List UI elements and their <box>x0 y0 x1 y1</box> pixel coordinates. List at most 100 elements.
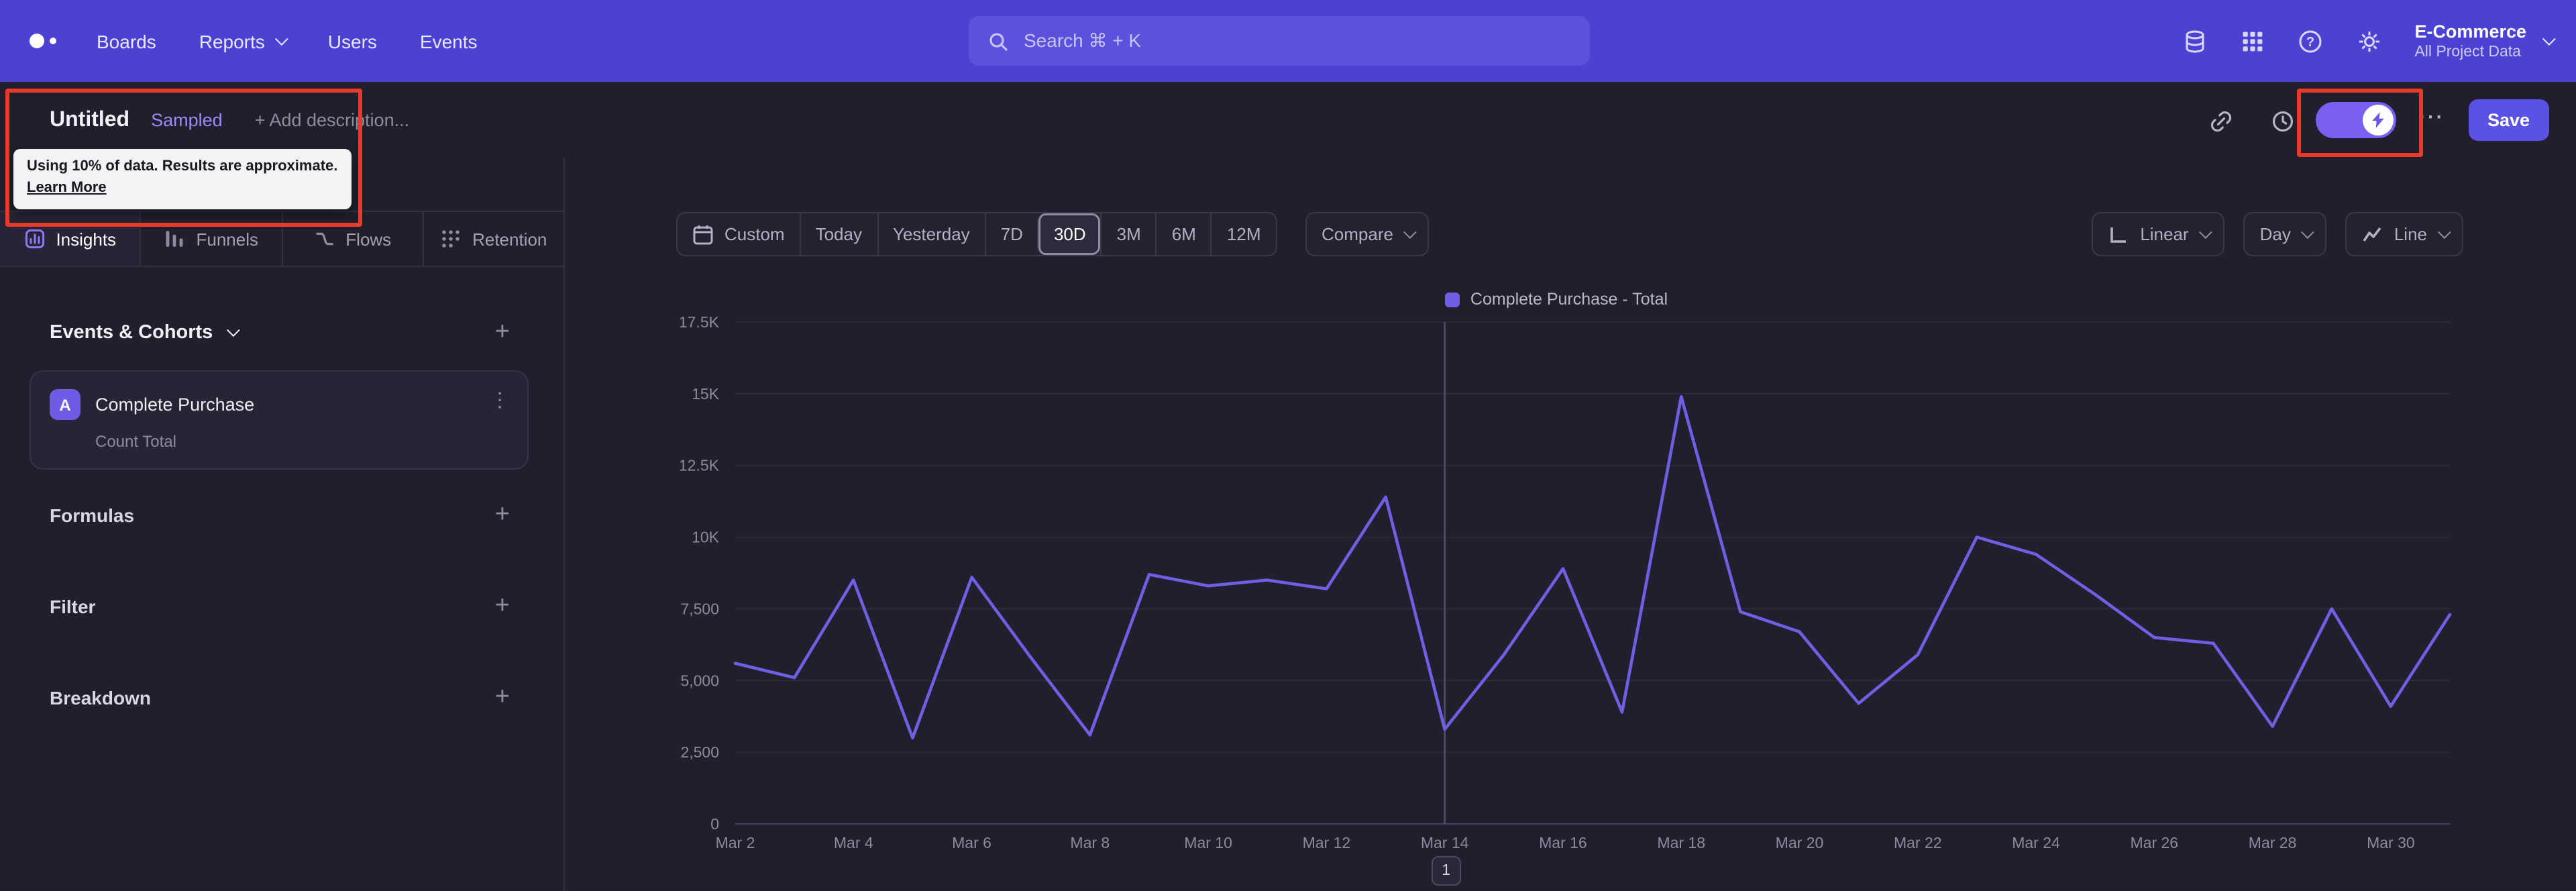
tab-retention-label: Retention <box>472 229 547 249</box>
section-formulas-label: Formulas <box>50 504 135 525</box>
section-filter-label: Filter <box>50 595 96 617</box>
search-input[interactable]: Search ⌘ + K <box>969 16 1590 66</box>
chevron-down-icon <box>2199 225 2213 240</box>
gear-icon[interactable] <box>2355 28 2382 54</box>
svg-text:Mar 16: Mar 16 <box>1539 834 1587 851</box>
sampled-badge[interactable]: Sampled <box>151 110 223 130</box>
event-metric[interactable]: Count Total <box>95 432 176 451</box>
range-custom[interactable]: Custom <box>678 213 800 255</box>
svg-text:Mar 12: Mar 12 <box>1303 834 1351 851</box>
sampling-tooltip: Using 10% of data. Results are approxima… <box>13 149 352 209</box>
tab-retention[interactable]: Retention <box>424 212 564 266</box>
event-name: Complete Purchase <box>95 395 255 415</box>
tab-funnels-label: Funnels <box>196 229 259 249</box>
funnels-icon <box>164 228 186 250</box>
annotation-badge[interactable]: 1 <box>1431 856 1461 886</box>
lightning-icon <box>2371 111 2385 129</box>
nav-item-reports[interactable]: Reports <box>199 30 289 52</box>
help-icon[interactable]: ? <box>2296 28 2323 54</box>
retention-icon <box>440 228 462 250</box>
nav-item-reports-label: Reports <box>199 30 265 52</box>
compare-button[interactable]: Compare <box>1305 212 1430 256</box>
search-placeholder: Search ⌘ + K <box>1024 30 1142 51</box>
svg-text:17.5K: 17.5K <box>679 313 720 331</box>
history-icon[interactable] <box>2270 109 2296 134</box>
svg-text:12.5K: 12.5K <box>679 457 720 474</box>
kebab-menu-icon[interactable]: ⋮ <box>490 388 510 412</box>
svg-text:Mar 10: Mar 10 <box>1184 834 1232 851</box>
line-chart[interactable]: 0 2,500 5,000 7,500 10K 12.5K 15K 17.5K Mar 2 Mar… <box>644 311 2469 867</box>
tab-flows-label: Flows <box>345 229 392 249</box>
range-12m[interactable]: 12M <box>1210 213 1276 255</box>
svg-text:Mar 14: Mar 14 <box>1421 834 1469 851</box>
add-filter-button[interactable]: + <box>495 593 510 619</box>
compare-label: Compare <box>1322 224 1393 244</box>
chart-type-select[interactable]: Line <box>2345 212 2463 256</box>
svg-text:Mar 22: Mar 22 <box>1894 834 1942 851</box>
range-custom-label: Custom <box>724 224 785 244</box>
range-yesterday[interactable]: Yesterday <box>877 213 985 255</box>
range-6m[interactable]: 6M <box>1155 213 1211 255</box>
section-breakdown-label: Breakdown <box>50 686 151 708</box>
scale-select[interactable]: Linear <box>2092 212 2225 256</box>
svg-text:2,500: 2,500 <box>680 743 719 761</box>
date-range-picker: Custom Today Yesterday 7D 30D 3M 6M 12M <box>676 212 1277 256</box>
scale-label: Linear <box>2140 224 2189 244</box>
link-icon[interactable] <box>2208 109 2234 134</box>
svg-text:Mar 8: Mar 8 <box>1070 834 1110 851</box>
project-switcher[interactable]: E-Commerce All Project Data <box>2414 21 2556 60</box>
add-description[interactable]: + Add description... <box>255 110 409 130</box>
legend-label: Complete Purchase - Total <box>1470 290 1668 309</box>
more-icon[interactable]: ⋯ <box>2418 101 2445 136</box>
tab-insights[interactable]: Insights <box>0 212 142 266</box>
tab-flows[interactable]: Flows <box>282 212 424 266</box>
events-cohorts-header[interactable]: Events & Cohorts <box>50 321 240 343</box>
logo[interactable] <box>30 34 56 48</box>
granularity-label: Day <box>2259 224 2291 244</box>
chart-panel: Custom Today Yesterday 7D 30D 3M 6M 12M … <box>565 158 2576 891</box>
svg-text:Mar 30: Mar 30 <box>2367 834 2415 851</box>
event-letter-badge: A <box>50 389 80 420</box>
range-today[interactable]: Today <box>799 213 877 255</box>
data-icon[interactable] <box>2181 28 2208 54</box>
svg-text:Mar 6: Mar 6 <box>952 834 991 851</box>
svg-text:5,000: 5,000 <box>680 672 719 689</box>
add-formula-button[interactable]: + <box>495 502 510 527</box>
sampling-toggle[interactable] <box>2316 102 2396 138</box>
svg-text:Mar 20: Mar 20 <box>1776 834 1824 851</box>
legend-swatch <box>1444 292 1460 307</box>
svg-text:10K: 10K <box>692 529 720 546</box>
linear-scale-icon <box>2108 223 2129 245</box>
svg-text:?: ? <box>2306 34 2314 49</box>
svg-text:Mar 2: Mar 2 <box>716 834 755 851</box>
svg-text:Mar 18: Mar 18 <box>1657 834 1705 851</box>
legend[interactable]: Complete Purchase - Total <box>644 290 2469 309</box>
logo-dot-small <box>50 38 56 44</box>
nav-item-users[interactable]: Users <box>328 30 377 52</box>
nav-item-boards[interactable]: Boards <box>97 30 156 52</box>
learn-more-link[interactable]: Learn More <box>27 180 107 196</box>
tab-insights-label: Insights <box>56 229 117 249</box>
project-scope: All Project Data <box>2414 44 2521 60</box>
save-button[interactable]: Save <box>2469 99 2549 141</box>
logo-dot-large <box>30 34 44 48</box>
svg-text:Mar 4: Mar 4 <box>834 834 873 851</box>
apps-grid-icon[interactable] <box>2240 29 2264 53</box>
chevron-down-icon <box>2542 32 2556 46</box>
svg-text:7,500: 7,500 <box>680 600 719 617</box>
range-30d[interactable]: 30D <box>1037 213 1101 255</box>
nav-item-events[interactable]: Events <box>420 30 478 52</box>
granularity-select[interactable]: Day <box>2243 212 2327 256</box>
range-3m[interactable]: 3M <box>1100 213 1156 255</box>
calendar-icon <box>692 223 714 245</box>
tab-funnels[interactable]: Funnels <box>142 212 282 266</box>
chevron-down-icon <box>2437 225 2451 240</box>
report-header: Untitled Sampled + Add description... ⋯ … <box>0 82 2576 158</box>
line-chart-icon <box>2362 223 2383 245</box>
add-event-button[interactable]: + <box>495 319 510 345</box>
events-cohorts-label: Events & Cohorts <box>50 321 213 343</box>
range-7d[interactable]: 7D <box>984 213 1038 255</box>
event-card[interactable]: A Complete Purchase ⋮ Count Total <box>30 370 529 470</box>
report-title[interactable]: Untitled <box>50 108 129 132</box>
add-breakdown-button[interactable]: + <box>495 684 510 710</box>
